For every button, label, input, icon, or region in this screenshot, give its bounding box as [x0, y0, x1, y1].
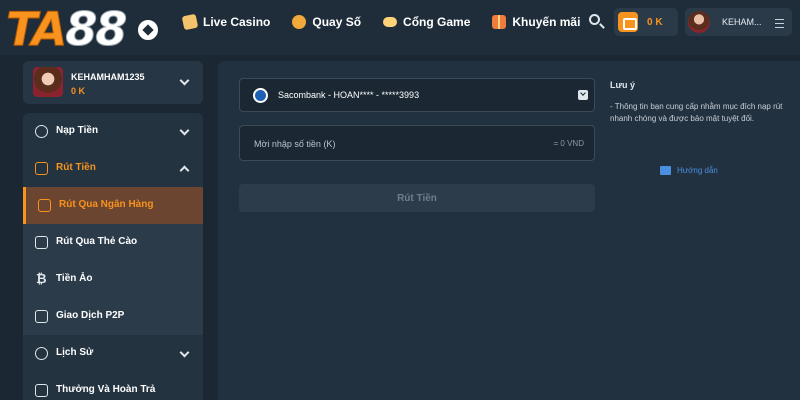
- nav-khuyen-mai[interactable]: Khuyến mãi: [492, 12, 580, 32]
- guide-link[interactable]: Hướng dẫn: [660, 166, 718, 175]
- nav-live-casino[interactable]: Live Casino: [181, 12, 271, 32]
- ta88-logo[interactable]: TA88: [5, 2, 164, 56]
- nav-live-casino-label: Live Casino: [203, 15, 271, 29]
- sidebar-item-label: Lịch Sử: [56, 347, 94, 358]
- gamepad-icon: [383, 17, 398, 27]
- search-icon[interactable]: [588, 13, 606, 31]
- sidebar-item-tien-ao[interactable]: Tiền Ảo: [23, 261, 203, 298]
- gift-icon: [492, 15, 507, 29]
- nav-khuyen-mai-label: Khuyến mãi: [512, 15, 581, 29]
- chevron-down-icon[interactable]: [179, 75, 190, 86]
- sidebar-item-label: Tiền Ảo: [56, 273, 93, 284]
- soccer-ball-icon: [136, 18, 160, 42]
- nav-cong-game[interactable]: Cổng Game: [383, 12, 470, 32]
- guide-link-label: Hướng dẫn: [677, 166, 718, 175]
- p2p-icon: [35, 310, 48, 323]
- user-avatar: [33, 67, 63, 97]
- wallet-button[interactable]: 0 K: [614, 8, 678, 36]
- withdraw-panel: Sacombank - HOAN**** - *****3993 = 0 VND…: [218, 61, 800, 400]
- bitcoin-icon: [35, 271, 48, 286]
- sidebar-item-label: Rút Qua Ngân Hàng: [59, 199, 154, 210]
- amount-vnd-equivalent: = 0 VND: [553, 139, 584, 148]
- wallet-icon: [618, 12, 638, 32]
- sidebar-item-rut-tien[interactable]: Rút Tiền: [23, 150, 203, 187]
- note-body: - Thông tin bạn cung cấp nhằm mục đích n…: [610, 102, 783, 123]
- amount-input[interactable]: [254, 137, 534, 151]
- wallet-balance: 0 K: [647, 16, 663, 28]
- sacombank-logo-icon: [253, 88, 268, 103]
- sidebar-item-thuong-va-hoan-tra[interactable]: Thưởng Và Hoàn Trả: [23, 372, 203, 400]
- scratch-card-icon: [35, 236, 48, 249]
- sidebar-item-label: Rút Qua Thẻ Cào: [56, 236, 138, 247]
- main-nav: Live Casino Quay Số Cổng Game Khuyến mãi: [181, 12, 602, 32]
- withdraw-submit-button[interactable]: Rút Tiền: [239, 184, 595, 212]
- book-icon: [660, 166, 671, 175]
- note-title: Lưu ý: [610, 80, 636, 90]
- chevron-down-icon: [578, 90, 588, 100]
- avatar: [688, 11, 710, 33]
- note-panel: Lưu ý - Thông tin bạn cung cấp nhằm mục …: [610, 80, 790, 175]
- user-balance: 0 K: [71, 86, 86, 96]
- sidebar-item-nap-tien[interactable]: Nạp Tiền: [23, 113, 203, 150]
- history-icon: [35, 347, 48, 360]
- nav-cong-game-label: Cổng Game: [403, 15, 471, 29]
- bank-icon: [38, 199, 51, 212]
- sidebar-item-label: Rút Tiền: [56, 162, 96, 173]
- user-card[interactable]: KEHAMHAM1235 0 K: [23, 61, 203, 104]
- logo-88-text: 88: [65, 2, 128, 56]
- sidebar-item-lich-su[interactable]: Lịch Sử: [23, 335, 203, 372]
- nav-quay-so-label: Quay Số: [312, 15, 362, 29]
- sidebar-item-label: Giao Dịch P2P: [56, 310, 125, 321]
- username: KEHAMHAM1235: [71, 72, 145, 82]
- chevron-down-icon: [179, 347, 190, 358]
- selected-bank-account: Sacombank - HOAN**** - *****3993: [278, 90, 420, 100]
- profile-button[interactable]: KEHAM...: [685, 8, 792, 36]
- top-header: TA88 Live Casino Quay Số Cổng Game Khuyế…: [0, 0, 800, 55]
- amount-field: = 0 VND: [239, 125, 595, 161]
- sidebar-item-label: Nạp Tiền: [56, 125, 99, 136]
- playing-card-icon: [181, 13, 199, 31]
- chevron-up-icon: [179, 165, 190, 176]
- profile-name: KEHAM...: [722, 17, 762, 27]
- sidebar-item-label: Thưởng Và Hoàn Trả: [56, 384, 156, 395]
- account-sidebar: Nạp Tiền Rút Tiền Rút Qua Ngân Hàng Rút …: [23, 113, 203, 400]
- lottery-ball-icon: [292, 15, 307, 29]
- deposit-icon: [35, 125, 48, 138]
- nav-quay-so[interactable]: Quay Số: [292, 12, 361, 32]
- sidebar-item-giao-dich-p2p[interactable]: Giao Dịch P2P: [23, 298, 203, 335]
- chevron-down-icon: [179, 125, 190, 136]
- reward-icon: [35, 384, 48, 397]
- hamburger-menu-icon[interactable]: [775, 19, 784, 31]
- logo-ta-text: TA: [5, 2, 67, 56]
- withdraw-icon: [35, 162, 48, 175]
- bank-account-select[interactable]: Sacombank - HOAN**** - *****3993: [239, 78, 595, 112]
- sidebar-item-rut-qua-the-cao[interactable]: Rút Qua Thẻ Cào: [23, 224, 203, 261]
- sidebar-item-rut-qua-ngan-hang[interactable]: Rút Qua Ngân Hàng: [23, 187, 203, 224]
